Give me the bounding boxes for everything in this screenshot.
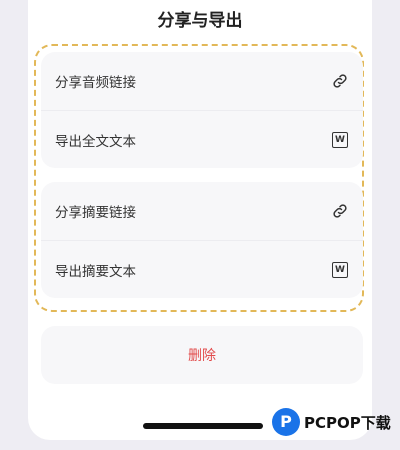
delete-label: 删除 bbox=[188, 348, 216, 364]
share-group-full: 分享音频链接 导出全文文本 W bbox=[41, 52, 363, 168]
word-icon-letter: W bbox=[332, 131, 348, 148]
share-group-summary: 分享摘要链接 导出摘要文本 W bbox=[41, 182, 363, 298]
link-icon bbox=[331, 202, 349, 220]
share-summary-link-item[interactable]: 分享摘要链接 bbox=[41, 182, 363, 240]
export-summary-text-label: 导出摘要文本 bbox=[55, 263, 136, 280]
export-full-text-label: 导出全文文本 bbox=[55, 133, 136, 150]
share-summary-link-label: 分享摘要链接 bbox=[55, 205, 136, 221]
word-doc-icon: W bbox=[331, 261, 349, 279]
home-indicator bbox=[143, 423, 263, 429]
sheet-title: 分享与导出 bbox=[157, 11, 243, 31]
delete-button[interactable]: 删除 bbox=[41, 326, 363, 384]
link-icon bbox=[331, 72, 349, 90]
export-full-text-item[interactable]: 导出全文文本 W bbox=[41, 110, 363, 168]
export-summary-text-item[interactable]: 导出摘要文本 W bbox=[41, 240, 363, 298]
share-audio-link-label: 分享音频链接 bbox=[55, 75, 136, 91]
word-doc-icon: W bbox=[331, 131, 349, 149]
word-icon-letter: W bbox=[332, 261, 348, 278]
share-audio-link-item[interactable]: 分享音频链接 bbox=[41, 52, 363, 110]
watermark: P PCPOP下载 bbox=[272, 408, 391, 436]
watermark-logo-icon: P bbox=[272, 408, 300, 436]
share-export-sheet: 分享与导出 分享音频链接 导出全文文本 W 分享摘要链接 导出摘要文本 W 删除 bbox=[28, 0, 372, 440]
watermark-text: PCPOP下载 bbox=[304, 413, 391, 432]
